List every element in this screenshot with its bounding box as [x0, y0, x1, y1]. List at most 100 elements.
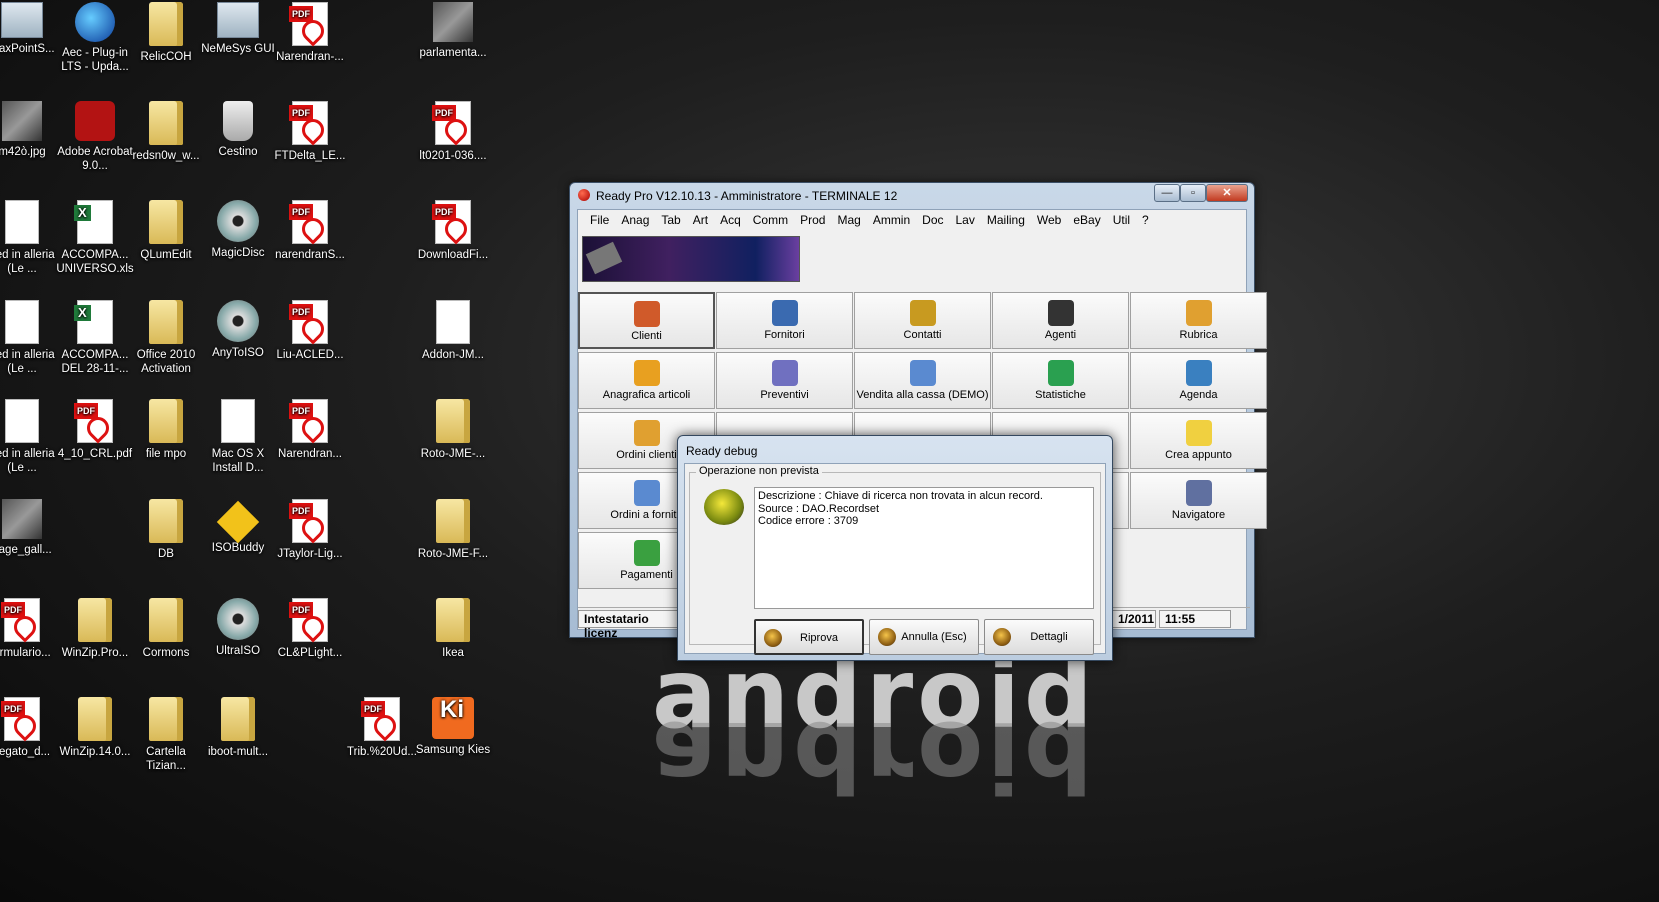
menu-item-web[interactable]: Web: [1031, 210, 1067, 232]
desktop-icon-label: llegato_d...: [0, 746, 51, 758]
desktop-icon[interactable]: NeMeSys GUI: [198, 2, 278, 56]
tile-agenda[interactable]: Agenda: [1130, 352, 1267, 409]
desktop-icon[interactable]: Narendran-...: [270, 2, 350, 64]
desktop-icon[interactable]: 4_10_CRL.pdf: [55, 399, 135, 461]
desktop-icon[interactable]: nage_gall...: [0, 499, 62, 557]
tile-navigatore[interactable]: Navigatore: [1130, 472, 1267, 529]
desktop-icon[interactable]: llegato_d...: [0, 697, 62, 759]
desktop-icon[interactable]: FTDelta_LE...: [270, 101, 350, 163]
desktop-icon[interactable]: Led in alleria (Le ...: [0, 399, 62, 475]
agenti-icon: [1047, 300, 1074, 326]
desktop-icon[interactable]: ACCOMPA... DEL 28-11-...: [55, 300, 135, 376]
window-titlebar[interactable]: Ready Pro V12.10.13 - Amministratore - T…: [570, 183, 1254, 209]
desktop-icon-label: 4_10_CRL.pdf: [57, 448, 133, 460]
desktop-icon[interactable]: WinZip.14.0...: [55, 697, 135, 759]
desktop-icon[interactable]: Aec - Plug-in LTS - Upda...: [55, 2, 135, 74]
maximize-button[interactable]: ▫: [1180, 184, 1206, 202]
desktop-icon[interactable]: Office 2010 Activation: [126, 300, 206, 376]
desktop-icon[interactable]: Adobe Acrobat 9.0...: [55, 101, 135, 173]
tile-crea-appunto[interactable]: Crea appunto: [1130, 412, 1267, 469]
desktop-icon[interactable]: lt0201-036....: [413, 101, 493, 163]
menu-item-anag[interactable]: Anag: [615, 210, 655, 232]
desktop-icon[interactable]: CL&PLight...: [270, 598, 350, 660]
desktop-icon[interactable]: m42ò.jpg: [0, 101, 62, 159]
desktop-icon[interactable]: JTaylor-Lig...: [270, 499, 350, 561]
desktop-icon[interactable]: Ikea: [413, 598, 493, 660]
tile-contatti[interactable]: Contatti: [854, 292, 991, 349]
desktop-icon[interactable]: Trib.%20Ud...: [342, 697, 422, 759]
desktop-icon[interactable]: UltraISO: [198, 598, 278, 658]
menu-item-comm[interactable]: Comm: [747, 210, 794, 232]
desktop-icon[interactable]: RelicCOH: [126, 2, 206, 64]
pdf-icon: [289, 598, 328, 642]
tile-label: Preventivi: [760, 389, 809, 401]
desktop-icon[interactable]: Cestino: [198, 101, 278, 159]
tile-label: Statistiche: [1035, 389, 1086, 401]
wallpaper-logo-reflection: android: [652, 700, 1097, 812]
desktop-icon[interactable]: Addon-JM...: [413, 300, 493, 362]
tile-label: Agenda: [1179, 389, 1218, 401]
desktop-icon[interactable]: Cormons: [126, 598, 206, 660]
folder-icon: [149, 499, 183, 543]
pdf-icon: [289, 2, 328, 46]
tile-rubrica[interactable]: Rubrica: [1130, 292, 1267, 349]
desktop-icon[interactable]: WinZip.Pro...: [55, 598, 135, 660]
details-button[interactable]: Dettagli: [984, 619, 1094, 655]
menu-item-mailing[interactable]: Mailing: [981, 210, 1031, 232]
desktop-icon[interactable]: narendranS...: [270, 200, 350, 262]
pdf-icon: [1, 697, 40, 741]
desktop-icon[interactable]: Roto-JME-F...: [413, 499, 493, 561]
desktop-icon[interactable]: Mac OS X Install D...: [198, 399, 278, 475]
tile-clienti[interactable]: Clienti: [578, 292, 715, 349]
desktop-icon[interactable]: Narendran...: [270, 399, 350, 461]
menu-item-ammin[interactable]: Ammin: [867, 210, 916, 232]
desktop-icon-label: Aec - Plug-in LTS - Upda...: [61, 47, 129, 73]
desktop-icon[interactable]: ISOBuddy: [198, 499, 278, 555]
desktop-icon[interactable]: Samsung Kies: [413, 697, 493, 757]
desktop-icon[interactable]: AnyToISO: [198, 300, 278, 360]
desktop-icon[interactable]: MagicDisc: [198, 200, 278, 260]
cancel-button[interactable]: Annulla (Esc): [869, 619, 979, 655]
tile-statistiche[interactable]: Statistiche: [992, 352, 1129, 409]
menu-item-acq[interactable]: Acq: [714, 210, 747, 232]
desktop-icon[interactable]: Liu-ACLED...: [270, 300, 350, 362]
close-button[interactable]: ✕: [1206, 184, 1248, 202]
tile-vendita-alla-cassa-demo[interactable]: Vendita alla cassa (DEMO): [854, 352, 991, 409]
desktop-icon[interactable]: DownloadFi...: [413, 200, 493, 262]
desktop-icon-label: ormulario...: [0, 647, 51, 659]
desktop-icon[interactable]: iboot-mult...: [198, 697, 278, 759]
desktop-icon[interactable]: redsn0w_w...: [126, 101, 206, 163]
desktop-icon[interactable]: ACCOMPA... UNIVERSO.xls: [55, 200, 135, 276]
menu-item-file[interactable]: File: [584, 210, 615, 232]
desktop-icon[interactable]: MaxPointS...: [0, 2, 62, 56]
menu-item-mag[interactable]: Mag: [831, 210, 866, 232]
tile-anagrafica-articoli[interactable]: Anagrafica articoli: [578, 352, 715, 409]
folder-icon: [149, 697, 183, 741]
desktop-icon[interactable]: ormulario...: [0, 598, 62, 660]
desktop-icon[interactable]: file mpo: [126, 399, 206, 461]
desktop-icon[interactable]: Roto-JME-...: [413, 399, 493, 461]
error-message-box[interactable]: Descrizione : Chiave di ricerca non trov…: [754, 487, 1094, 609]
retry-button[interactable]: Riprova: [754, 619, 864, 655]
menu-item-lav[interactable]: Lav: [950, 210, 981, 232]
desktop-icon[interactable]: Cartella Tizian...: [126, 697, 206, 773]
disc-icon: [217, 300, 259, 342]
tile-preventivi[interactable]: Preventivi: [716, 352, 853, 409]
menu-item-doc[interactable]: Doc: [916, 210, 949, 232]
menu-item-tab[interactable]: Tab: [655, 210, 686, 232]
menu-item-util[interactable]: Util: [1107, 210, 1136, 232]
desktop-icon[interactable]: DB: [126, 499, 206, 561]
statistiche-icon: [1047, 360, 1074, 386]
menu-item-art[interactable]: Art: [687, 210, 714, 232]
minimize-button[interactable]: —: [1154, 184, 1180, 202]
tile-fornitori[interactable]: Fornitori: [716, 292, 853, 349]
desktop-icon[interactable]: Led in alleria (Le ...: [0, 300, 62, 376]
vendita-alla-cassa-demo-icon: [909, 360, 936, 386]
desktop-icon[interactable]: QLumEdit: [126, 200, 206, 262]
menu-item-prod[interactable]: Prod: [794, 210, 831, 232]
desktop-icon[interactable]: Led in alleria (Le ...: [0, 200, 62, 276]
menu-item-help[interactable]: ?: [1136, 210, 1155, 232]
tile-agenti[interactable]: Agenti: [992, 292, 1129, 349]
desktop-icon[interactable]: parlamenta...: [413, 2, 493, 60]
menu-item-ebay[interactable]: eBay: [1067, 210, 1106, 232]
